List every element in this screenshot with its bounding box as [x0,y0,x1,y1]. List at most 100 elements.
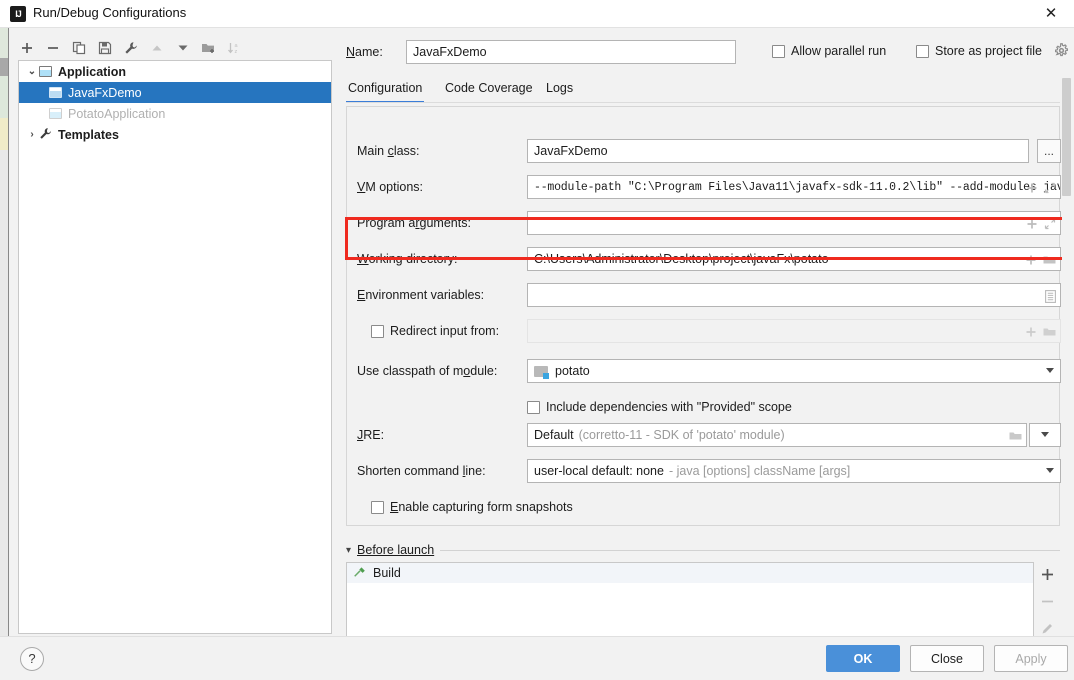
sort-az-icon[interactable]: a z [226,40,243,57]
browse-folder-icon[interactable] [1009,430,1022,442]
jre-combobox[interactable]: Default (corretto-11 - SDK of 'potato' m… [527,423,1027,447]
main-class-browse-button[interactable]: ... [1037,139,1061,163]
insert-macro-icon[interactable] [1025,254,1037,266]
module-combobox[interactable]: potato [527,359,1061,383]
tabs-divider [346,102,1060,103]
tree-node-label: Application [58,64,127,79]
name-input[interactable] [406,40,736,64]
scrollbar-thumb[interactable] [1062,78,1071,196]
store-as-project-file-label: Store as project file [935,44,1042,58]
checkbox-box[interactable] [772,44,785,58]
main-class-input[interactable]: JavaFxDemo [527,139,1029,163]
insert-macro-icon [1025,326,1037,338]
new-folder-button[interactable] [200,40,217,57]
store-as-project-file-checkbox[interactable]: Store as project file [916,44,1042,58]
ok-button[interactable]: OK [826,645,900,672]
help-button[interactable]: ? [20,647,44,671]
working-directory-value: C:\Users\Administrator\Desktop\project\j… [534,252,829,266]
chevron-down-icon[interactable]: ⌄ [25,66,39,77]
run-debug-configurations-dialog: IJ Run/Debug Configurations ✕ a z ⌄ Appl… [0,0,1074,680]
use-classpath-module-row: Use classpath of module: potato [357,359,1061,385]
enable-form-snapshots-label: Enable capturing form snapshots [390,500,573,514]
apply-button[interactable]: Apply [994,645,1068,672]
add-before-launch-task-button[interactable] [1038,567,1056,582]
background-ide-edge [0,28,8,650]
shorten-value-primary: user-local default: none [534,464,664,478]
checkbox-box[interactable] [527,400,540,414]
jre-dropdown-button[interactable] [1029,423,1061,447]
shorten-command-line-combobox[interactable]: user-local default: none - java [options… [527,459,1061,483]
tab-code-coverage[interactable]: Code Coverage [443,78,535,103]
browse-folder-icon [1043,326,1056,338]
add-configuration-button[interactable] [18,40,35,57]
chevron-right-icon[interactable]: › [25,129,39,140]
allow-parallel-run-checkbox[interactable]: Allow parallel run [772,44,886,58]
tab-logs[interactable]: Logs [544,78,575,103]
main-class-value: JavaFxDemo [534,144,608,158]
insert-macro-icon[interactable] [1026,218,1038,230]
jre-value-secondary: (corretto-11 - SDK of 'potato' module) [578,428,785,442]
program-arguments-input[interactable] [527,211,1061,235]
expand-icon[interactable] [1044,218,1056,230]
tree-node-potatoapplication[interactable]: PotatoApplication [19,103,331,124]
gear-icon[interactable] [1054,43,1070,59]
tree-node-label: PotatoApplication [68,106,166,121]
close-icon[interactable]: ✕ [1042,5,1060,23]
module-value: potato [555,364,590,378]
save-configuration-button[interactable] [96,40,113,57]
edit-templates-wrench-icon[interactable] [122,40,139,57]
shorten-value-secondary: - java [options] className [args] [668,464,851,478]
redirect-input-label: Redirect input from: [390,324,500,338]
svg-text:z: z [235,49,238,55]
before-launch-task-item[interactable]: Build [347,563,1033,583]
working-directory-label: Working directory: [357,252,458,266]
program-arguments-row: Program arguments: [357,211,1061,237]
application-icon [49,108,62,119]
close-button[interactable]: Close [910,645,984,672]
checkbox-box[interactable] [371,500,384,514]
browse-folder-icon[interactable] [1043,254,1056,266]
copy-configuration-button[interactable] [70,40,87,57]
expand-icon[interactable] [1044,182,1056,194]
vm-options-input[interactable]: --module-path "C:\Program Files\Java11\j… [527,175,1061,199]
checkbox-box[interactable] [371,324,384,338]
chevron-down-icon[interactable] [1046,368,1054,373]
chevron-down-icon[interactable] [1041,432,1049,437]
main-class-row: Main class: JavaFxDemo ... [357,139,1061,165]
redirect-input-field[interactable] [527,319,1061,343]
tree-node-application[interactable]: ⌄ Application [19,61,331,82]
remove-before-launch-task-button[interactable] [1038,594,1056,609]
application-icon [49,87,62,98]
editor-scrollbar[interactable] [1062,78,1071,634]
name-row: Name: Allow parallel run Store as projec… [346,40,1068,66]
tree-node-templates[interactable]: › Templates [19,124,331,145]
editor-tabs: Configuration Code Coverage Logs [346,78,1068,104]
chevron-down-icon[interactable] [1046,468,1054,473]
title-bar: IJ Run/Debug Configurations ✕ [0,0,1074,28]
use-classpath-module-label: Use classpath of module: [357,364,498,378]
insert-macro-icon[interactable] [1026,182,1038,194]
vm-options-value: --module-path "C:\Program Files\Java11\j… [534,180,1061,194]
edit-list-icon[interactable] [1045,289,1056,303]
environment-variables-input[interactable] [527,283,1061,307]
redirect-input-checkbox[interactable]: Redirect input from: [371,324,499,338]
checkbox-box[interactable] [916,44,929,58]
configurations-tree[interactable]: ⌄ Application JavaFxDemo PotatoApplicati… [18,60,332,634]
tab-configuration[interactable]: Configuration [346,78,425,103]
before-launch-header[interactable]: ▾ Before launch [346,542,1060,558]
remove-configuration-button[interactable] [44,40,61,57]
working-directory-input[interactable]: C:\Users\Administrator\Desktop\project\j… [527,247,1061,271]
window-title: Run/Debug Configurations [33,5,187,20]
include-provided-scope-checkbox[interactable]: Include dependencies with "Provided" sco… [527,400,792,414]
shorten-command-line-label: Shorten command line: [357,464,486,478]
build-hammer-icon [353,565,367,582]
tree-node-javafxdemo[interactable]: JavaFxDemo [19,82,331,103]
move-up-button[interactable] [148,40,165,57]
enable-form-snapshots-checkbox[interactable]: Enable capturing form snapshots [371,500,573,514]
redirect-input-row: Redirect input from: [357,319,1061,345]
chevron-down-icon[interactable]: ▾ [346,545,351,556]
environment-variables-row: Environment variables: [357,283,1061,309]
ellipsis-icon: ... [1043,144,1054,158]
edit-before-launch-task-button[interactable] [1038,621,1056,636]
move-down-button[interactable] [174,40,191,57]
